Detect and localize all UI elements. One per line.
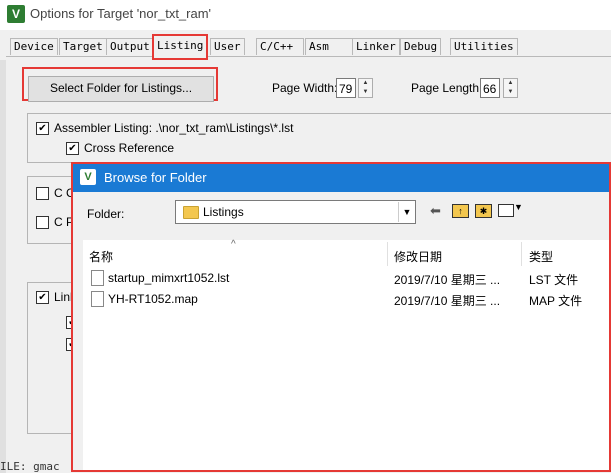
tab-target[interactable]: Target — [59, 38, 107, 55]
list-item-type: LST 文件 — [529, 273, 579, 287]
keil-uvision-icon: V — [80, 169, 96, 185]
list-item[interactable]: YH-RT1052.map — [108, 292, 198, 306]
spin-down-icon[interactable]: ▼ — [504, 88, 517, 97]
column-divider[interactable] — [387, 242, 388, 266]
list-item-type: MAP 文件 — [529, 294, 583, 308]
tab-listing[interactable]: Listing — [152, 34, 209, 60]
keil-uvision-icon: V — [7, 5, 25, 23]
page-length-input[interactable]: 66 — [480, 78, 500, 98]
spin-down-icon[interactable]: ▼ — [359, 88, 372, 97]
tab-utilities[interactable]: Utilities — [450, 38, 518, 55]
tab-asm[interactable]: Asm — [305, 38, 353, 55]
column-header-type[interactable]: 类型 — [529, 248, 553, 265]
cross-reference-checkbox[interactable]: ✔ — [66, 142, 79, 155]
chevron-down-icon[interactable]: ▼ — [514, 202, 523, 212]
folder-value: Listings — [203, 205, 244, 219]
column-divider[interactable] — [521, 242, 522, 266]
folder-label: Folder: — [87, 207, 125, 221]
page-length-label: Page Length: — [411, 81, 483, 95]
assembler-listing-label: Assembler Listing: .\nor_txt_ram\Listing… — [54, 121, 294, 135]
page-width-input[interactable]: 79 — [336, 78, 356, 98]
page-width-label: Page Width: — [272, 81, 338, 95]
tab-user[interactable]: User — [210, 38, 245, 55]
c-compiler-listing-checkbox[interactable] — [36, 187, 49, 200]
tab-debug[interactable]: Debug — [400, 38, 442, 55]
up-folder-icon[interactable]: ↑ — [452, 204, 469, 218]
file-icon — [91, 291, 104, 307]
view-menu-icon[interactable] — [498, 204, 514, 217]
file-icon — [91, 270, 104, 286]
spin-up-icon[interactable]: ▲ — [359, 79, 372, 88]
sort-ascending-icon: ^ — [231, 239, 236, 250]
tab-device[interactable]: Device — [10, 38, 58, 55]
page-length-spinner[interactable]: ▲ ▼ — [503, 78, 518, 98]
new-folder-icon[interactable]: ✱ — [475, 204, 492, 218]
tab-c-cpp[interactable]: C/C++ — [256, 38, 304, 55]
column-header-name[interactable]: 名称 — [89, 248, 113, 265]
dialog-title: Browse for Folder — [104, 170, 207, 185]
c-preprocessor-listing-checkbox[interactable] — [36, 216, 49, 229]
back-arrow-icon[interactable]: ⬅ — [430, 203, 441, 219]
background-text: ILE: gmac — [0, 460, 60, 473]
spin-up-icon[interactable]: ▲ — [504, 79, 517, 88]
page-width-spinner[interactable]: ▲ ▼ — [358, 78, 373, 98]
cross-reference-label: Cross Reference — [84, 141, 175, 155]
list-item-date: 2019/7/10 星期三 ... — [394, 273, 501, 287]
tab-output[interactable]: Output — [106, 38, 154, 55]
folder-icon — [183, 206, 199, 219]
linker-listing-checkbox[interactable]: ✔ — [36, 291, 49, 304]
column-header-date[interactable]: 修改日期 — [394, 248, 442, 265]
list-item-date: 2019/7/10 星期三 ... — [394, 294, 501, 308]
tab-linker[interactable]: Linker — [352, 38, 400, 55]
window-title: Options for Target 'nor_txt_ram' — [30, 6, 212, 21]
assembler-listing-checkbox[interactable]: ✔ — [36, 122, 49, 135]
chevron-down-icon[interactable]: ▼ — [398, 202, 415, 222]
select-folder-button[interactable]: Select Folder for Listings... — [28, 76, 214, 102]
list-item[interactable]: startup_mimxrt1052.lst — [108, 271, 229, 285]
folder-combo[interactable]: Listings ▼ — [175, 200, 416, 224]
